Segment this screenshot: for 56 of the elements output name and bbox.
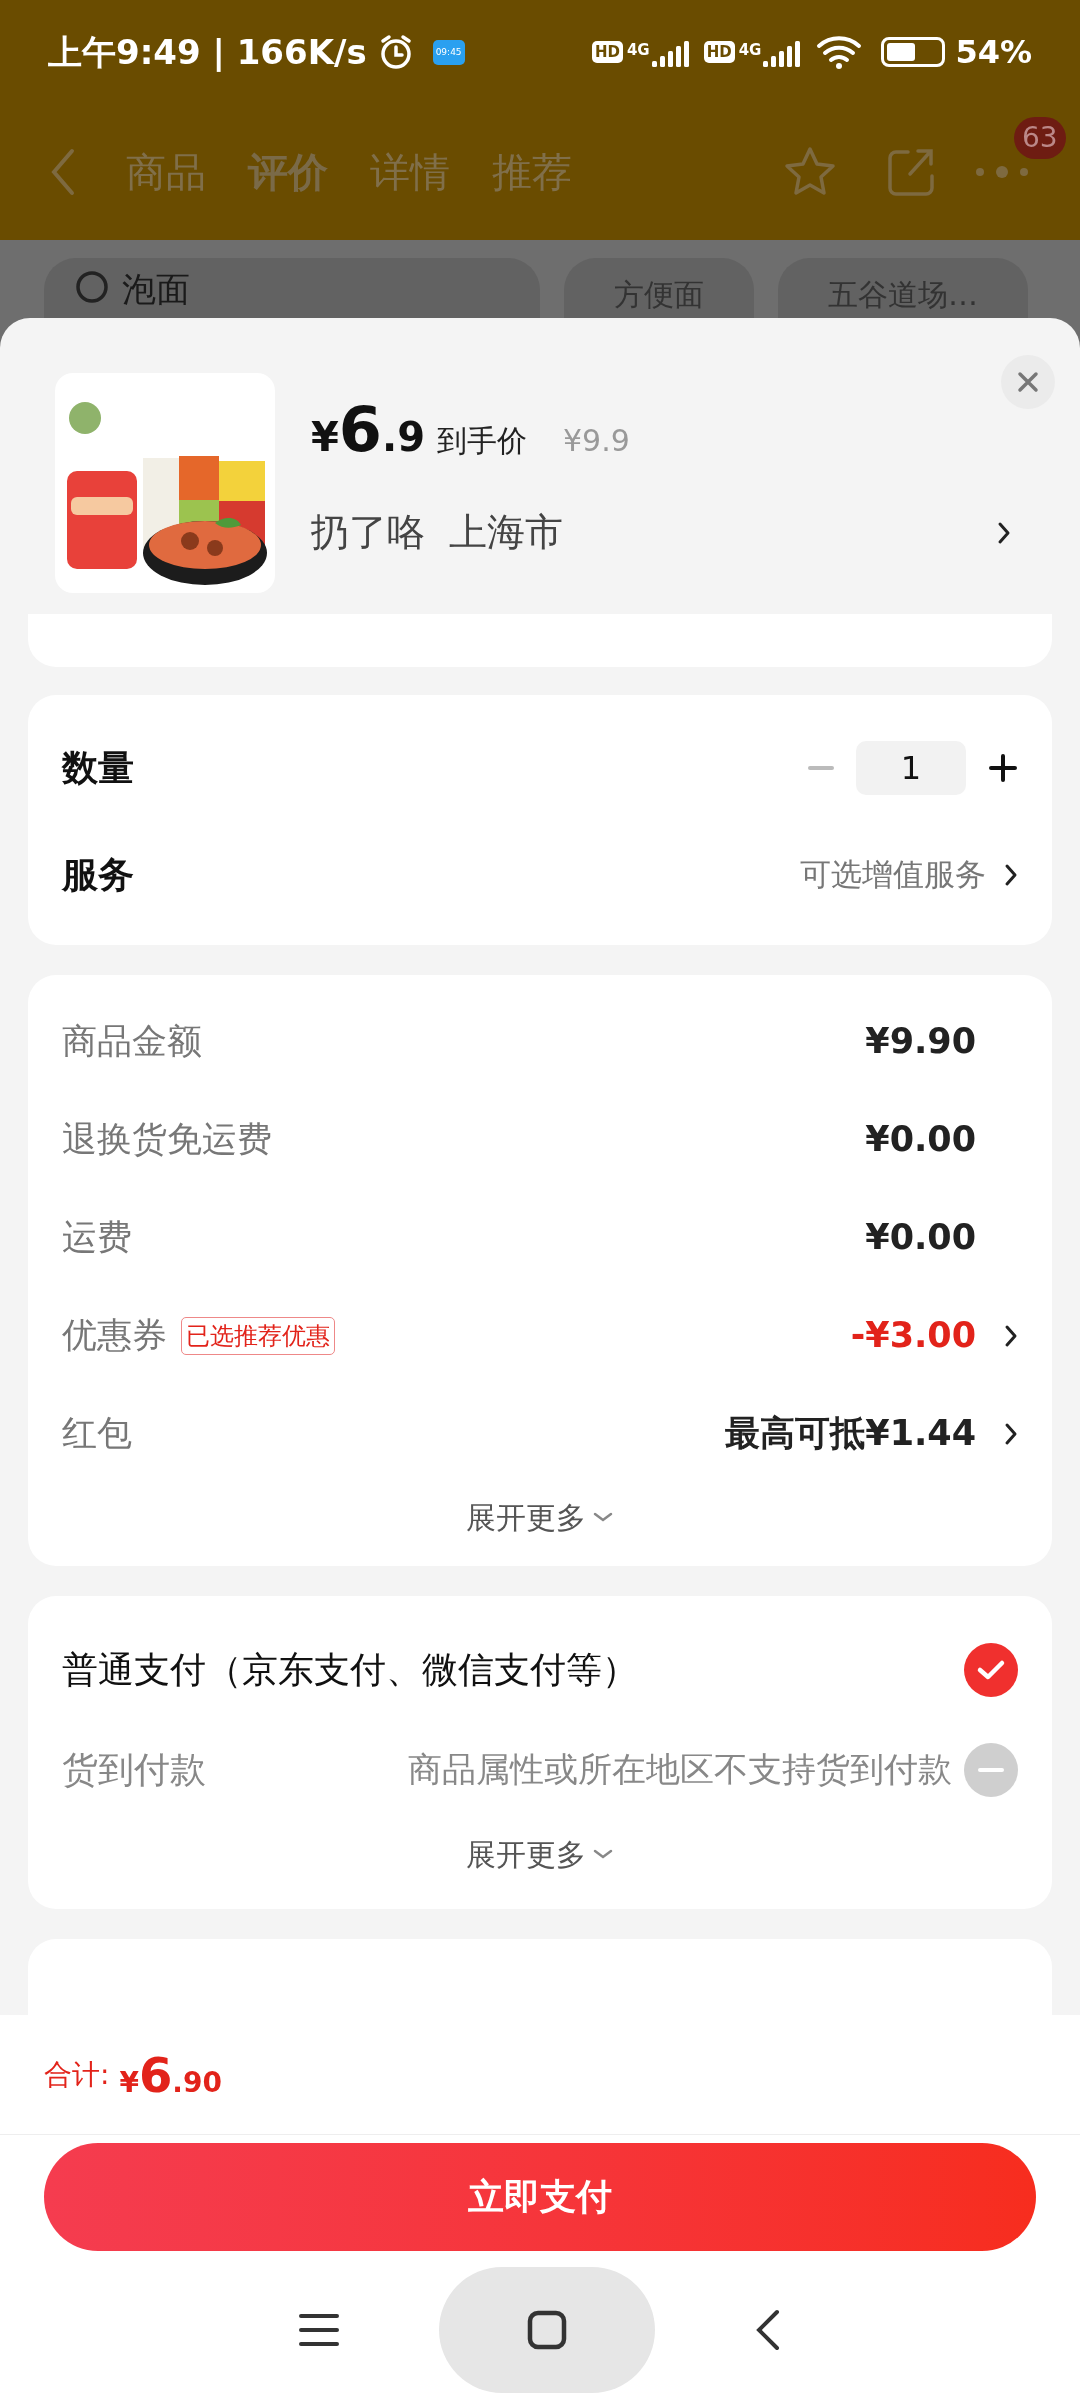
service-label: 服务 <box>62 852 134 897</box>
hd-label: HD <box>591 40 623 64</box>
quantity-label: 数量 <box>62 745 134 790</box>
notification-badge: 63 <box>1014 117 1066 159</box>
plus-button[interactable] <box>988 752 1018 783</box>
cost-value: -¥3.00 <box>850 1314 976 1358</box>
quantity-field[interactable]: 1 <box>856 740 966 795</box>
wifi-icon <box>815 34 864 70</box>
payment-option[interactable]: 普通支付（京东支付、微信支付等） <box>62 1642 638 1697</box>
expand-more-button[interactable]: 展开更多 <box>466 1819 614 1889</box>
cost-value: ¥9.90 <box>865 1020 976 1064</box>
service-link[interactable]: 可选增值服务 <box>800 851 986 898</box>
cost-label: 运费 <box>62 1216 132 1260</box>
battery-percent: 54% <box>955 32 1032 73</box>
cost-label: 商品金额 <box>62 1020 202 1064</box>
status-time: 上午9:49 | 166K/s <box>48 30 367 74</box>
more-icon[interactable] <box>974 165 1030 179</box>
network-label: 4G <box>626 40 650 61</box>
price-label: 到手价 <box>437 422 527 460</box>
chevron-right-icon <box>1004 862 1018 887</box>
cost-label: 优惠券 <box>62 1314 167 1358</box>
search-field[interactable]: 泡面 <box>44 258 540 318</box>
payment-radio[interactable] <box>964 1642 1018 1697</box>
total-price: ¥6.90 <box>119 2045 222 2105</box>
battery-icon <box>881 37 946 67</box>
city: 上海市 <box>449 509 563 556</box>
close-icon <box>1017 371 1039 393</box>
search-text: 泡面 <box>122 267 190 311</box>
original-price: ¥9.9 <box>563 422 630 460</box>
chevron-right-icon <box>1004 1323 1018 1348</box>
chevron-right-icon <box>1004 1421 1018 1446</box>
chevron-right-icon <box>997 520 1011 545</box>
cost-label: 红包 <box>62 1412 132 1456</box>
price: ¥6.9 <box>311 392 425 468</box>
cost-value: ¥0.00 <box>865 1118 976 1162</box>
shop-name: 扔了咯 <box>311 509 425 556</box>
app-notification-icon: 09:45 <box>432 39 465 65</box>
chevron-down-icon <box>592 1511 614 1523</box>
minus-icon <box>808 765 834 770</box>
coupon-tag: 已选推荐优惠 <box>181 1316 335 1355</box>
cost-label: 退换货免运费 <box>62 1118 272 1162</box>
hd-label: HD <box>703 40 735 64</box>
menu-icon[interactable] <box>299 2311 339 2348</box>
cost-value: ¥0.00 <box>865 1216 976 1260</box>
total-label: 合计: <box>44 2056 110 2093</box>
cost-value: 最高可抵¥1.44 <box>725 1412 976 1456</box>
back-icon[interactable] <box>755 2308 781 2351</box>
plus-icon <box>989 753 1017 782</box>
pay-button[interactable]: 立即支付 <box>44 2143 1036 2251</box>
payment-note: 商品属性或所在地区不支持货到付款 <box>408 1748 952 1791</box>
minus-icon <box>978 1767 1004 1772</box>
share-icon[interactable] <box>886 146 936 198</box>
home-square-icon <box>527 2309 567 2350</box>
network-label: 4G <box>738 40 762 61</box>
chevron-down-icon <box>592 1848 614 1860</box>
expand-more-button[interactable]: 展开更多 <box>466 1482 614 1552</box>
